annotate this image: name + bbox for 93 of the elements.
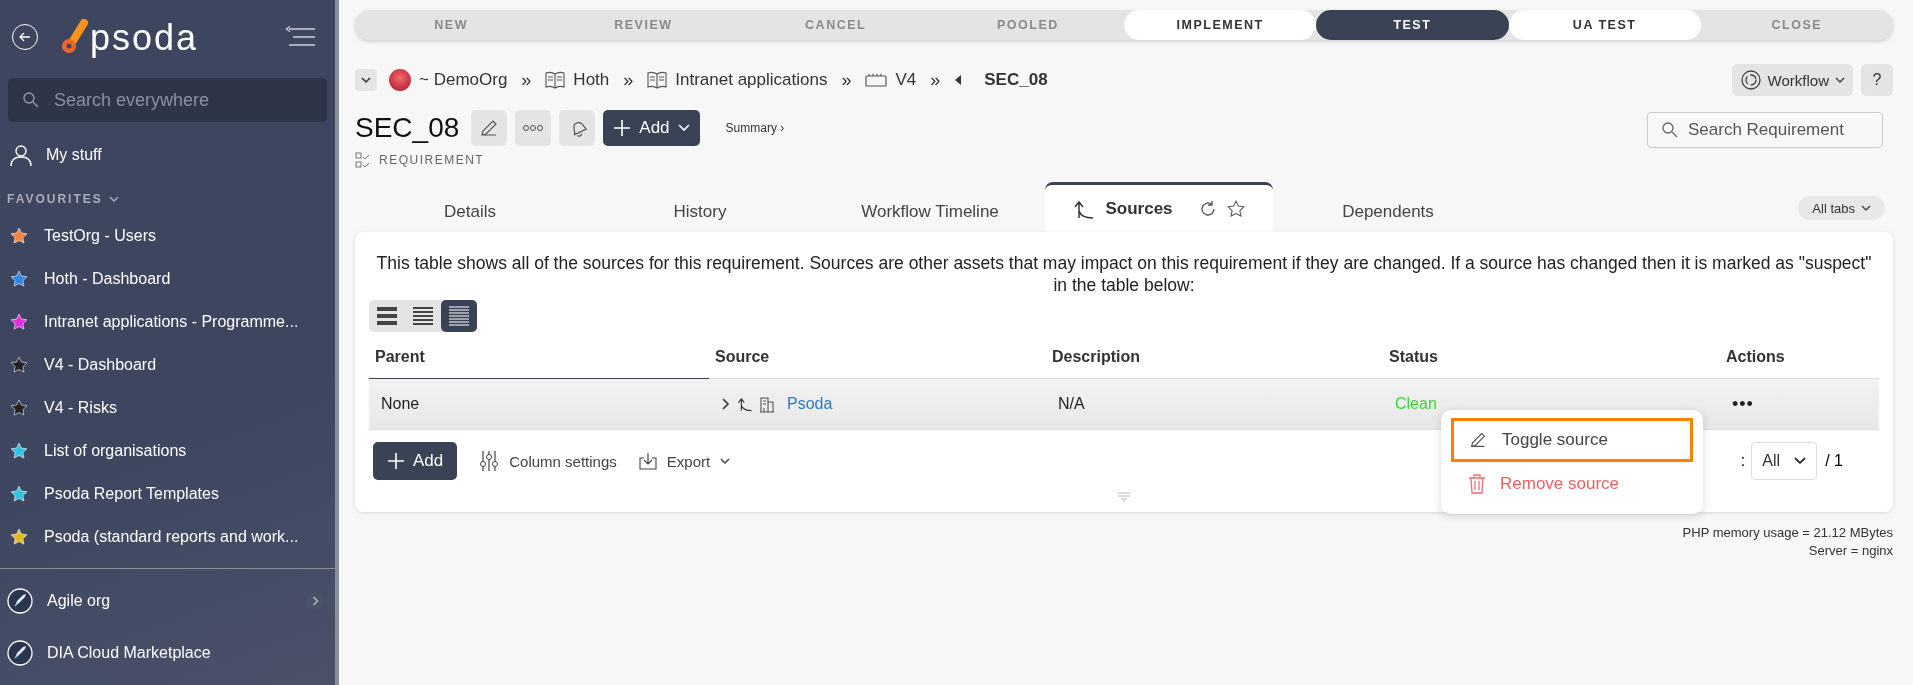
favourite-item[interactable]: Psoda Report Templates bbox=[0, 472, 335, 515]
breadcrumb-link[interactable]: Intranet applications bbox=[675, 70, 828, 90]
book-icon bbox=[647, 71, 668, 89]
workflow-stage[interactable]: IMPLEMENT bbox=[1124, 10, 1317, 40]
server-info-text: PHP memory usage = 21.12 MBytes bbox=[1681, 524, 1893, 542]
organisation-item[interactable]: DIA Cloud Marketplace bbox=[0, 627, 335, 679]
server-info-text: Server = nginx bbox=[1807, 542, 1893, 560]
add-button[interactable]: Add bbox=[373, 442, 458, 480]
breadcrumb-separator: » bbox=[623, 69, 634, 91]
breadcrumb-link[interactable]: Hoth bbox=[573, 70, 610, 90]
notification-button[interactable] bbox=[559, 110, 596, 146]
menu-icon[interactable] bbox=[283, 26, 317, 48]
column-settings-button[interactable]: Column settings bbox=[479, 450, 617, 472]
menu-item[interactable]: Toggle source bbox=[1451, 418, 1693, 462]
actions-button[interactable]: ••• bbox=[1732, 393, 1754, 415]
all-tabs-button[interactable]: All tabs bbox=[1798, 196, 1885, 220]
page-title: SEC_08 bbox=[355, 112, 460, 144]
summary-link[interactable]: Summary › bbox=[725, 121, 785, 135]
my-stuff-link[interactable]: My stuff bbox=[0, 132, 335, 178]
refresh-icon[interactable] bbox=[1198, 199, 1217, 218]
trash-icon bbox=[1468, 474, 1486, 494]
thin-lines-icon bbox=[448, 306, 470, 326]
chevron-down-icon bbox=[1794, 457, 1807, 465]
cycle-icon bbox=[1739, 69, 1762, 91]
chevron-down-icon bbox=[361, 76, 371, 84]
collapse-button[interactable] bbox=[355, 69, 377, 91]
favourite-item[interactable]: TestOrg - Users bbox=[0, 214, 335, 257]
pencil-icon bbox=[1468, 430, 1488, 450]
book-icon bbox=[545, 71, 566, 89]
page-size-select[interactable]: All bbox=[1751, 442, 1818, 480]
favourite-item[interactable]: V4 - Risks bbox=[0, 386, 335, 429]
tab[interactable]: Sources bbox=[1045, 182, 1273, 232]
pager-label: : bbox=[1740, 452, 1746, 470]
logo-icon bbox=[60, 18, 90, 56]
favourite-item[interactable]: Psoda (standard reports and work... bbox=[0, 515, 335, 558]
star-outline-icon[interactable] bbox=[1226, 199, 1245, 218]
breadcrumb-separator: » bbox=[521, 69, 532, 91]
page-count: / 1 bbox=[1825, 452, 1843, 470]
breadcrumb-link[interactable]: V4 bbox=[895, 70, 917, 90]
breadcrumb-separator: » bbox=[841, 69, 852, 91]
more-button[interactable] bbox=[515, 110, 552, 146]
export-button[interactable]: Export bbox=[638, 452, 731, 470]
resize-handle-icon[interactable] bbox=[1117, 492, 1131, 502]
chevron-down-icon bbox=[677, 124, 690, 132]
favourite-item[interactable]: Hoth - Dashboard bbox=[0, 257, 335, 300]
source-arrow-icon bbox=[1073, 198, 1096, 219]
search-field[interactable]: Search Requirement bbox=[1647, 112, 1883, 148]
breadcrumb-link[interactable]: ~ DemoOrg bbox=[419, 70, 508, 90]
plus-icon bbox=[387, 452, 405, 470]
organisation-item[interactable]: Agile org bbox=[0, 575, 335, 627]
workflow-stage[interactable]: UA TEST bbox=[1508, 10, 1701, 40]
table-cell-text: N/A bbox=[1057, 395, 1086, 413]
user-icon bbox=[10, 144, 32, 166]
breadcrumb-current: SEC_08 bbox=[984, 70, 1048, 90]
chevron-down-icon bbox=[1835, 76, 1845, 84]
status-text: Clean bbox=[1394, 395, 1438, 413]
board-icon bbox=[865, 73, 888, 87]
favourites-heading[interactable]: FAVOURITES bbox=[0, 178, 335, 214]
logo-text: psoda bbox=[90, 20, 199, 56]
chevron-right-icon[interactable] bbox=[721, 397, 731, 411]
search-field[interactable]: Search everywhere bbox=[8, 78, 327, 122]
checklist-icon bbox=[355, 152, 371, 168]
workflow-button[interactable]: Workflow bbox=[1731, 64, 1853, 96]
thick-lines-icon bbox=[376, 306, 398, 326]
source-arrow-icon bbox=[737, 396, 753, 412]
favourite-item[interactable]: List of organisations bbox=[0, 429, 335, 472]
workflow-stage[interactable]: TEST bbox=[1316, 10, 1509, 40]
building-icon bbox=[759, 395, 775, 413]
organisation-avatar bbox=[389, 69, 411, 91]
favourite-item[interactable]: V4 - Dashboard bbox=[0, 343, 335, 386]
chevron-down-icon bbox=[720, 457, 731, 465]
more-icon bbox=[522, 124, 545, 132]
view-mode-button[interactable] bbox=[441, 300, 477, 332]
edit-button[interactable] bbox=[471, 110, 508, 146]
asset-type-label: REQUIREMENT bbox=[379, 153, 485, 167]
add-button[interactable]: Add bbox=[603, 110, 700, 146]
tab[interactable]: History bbox=[585, 192, 815, 232]
chevron-down-icon bbox=[1861, 204, 1871, 212]
tab[interactable]: Dependents bbox=[1273, 192, 1503, 232]
tab[interactable]: Workflow Timeline bbox=[815, 192, 1045, 232]
sliders-icon bbox=[479, 450, 500, 472]
plus-icon bbox=[613, 119, 632, 137]
help-button[interactable]: ? bbox=[1861, 64, 1893, 96]
favourite-item[interactable]: Intranet applications - Programme... bbox=[0, 300, 335, 343]
lines-icon bbox=[412, 306, 434, 326]
triangle-left-icon bbox=[954, 75, 963, 85]
description-text: This table shows all of the sources for this requirement. Sources are other assets that may impact on this requirement if they are changed. If a source has changed then it is marked as "suspect" in the table below: bbox=[375, 252, 1873, 296]
download-icon bbox=[638, 452, 657, 470]
breadcrumb-separator: » bbox=[930, 69, 941, 91]
source-link[interactable]: Psoda bbox=[787, 395, 833, 413]
tab[interactable]: Details bbox=[355, 192, 585, 232]
table-cell-text: None bbox=[380, 395, 421, 413]
chevron-down-icon bbox=[108, 195, 119, 203]
